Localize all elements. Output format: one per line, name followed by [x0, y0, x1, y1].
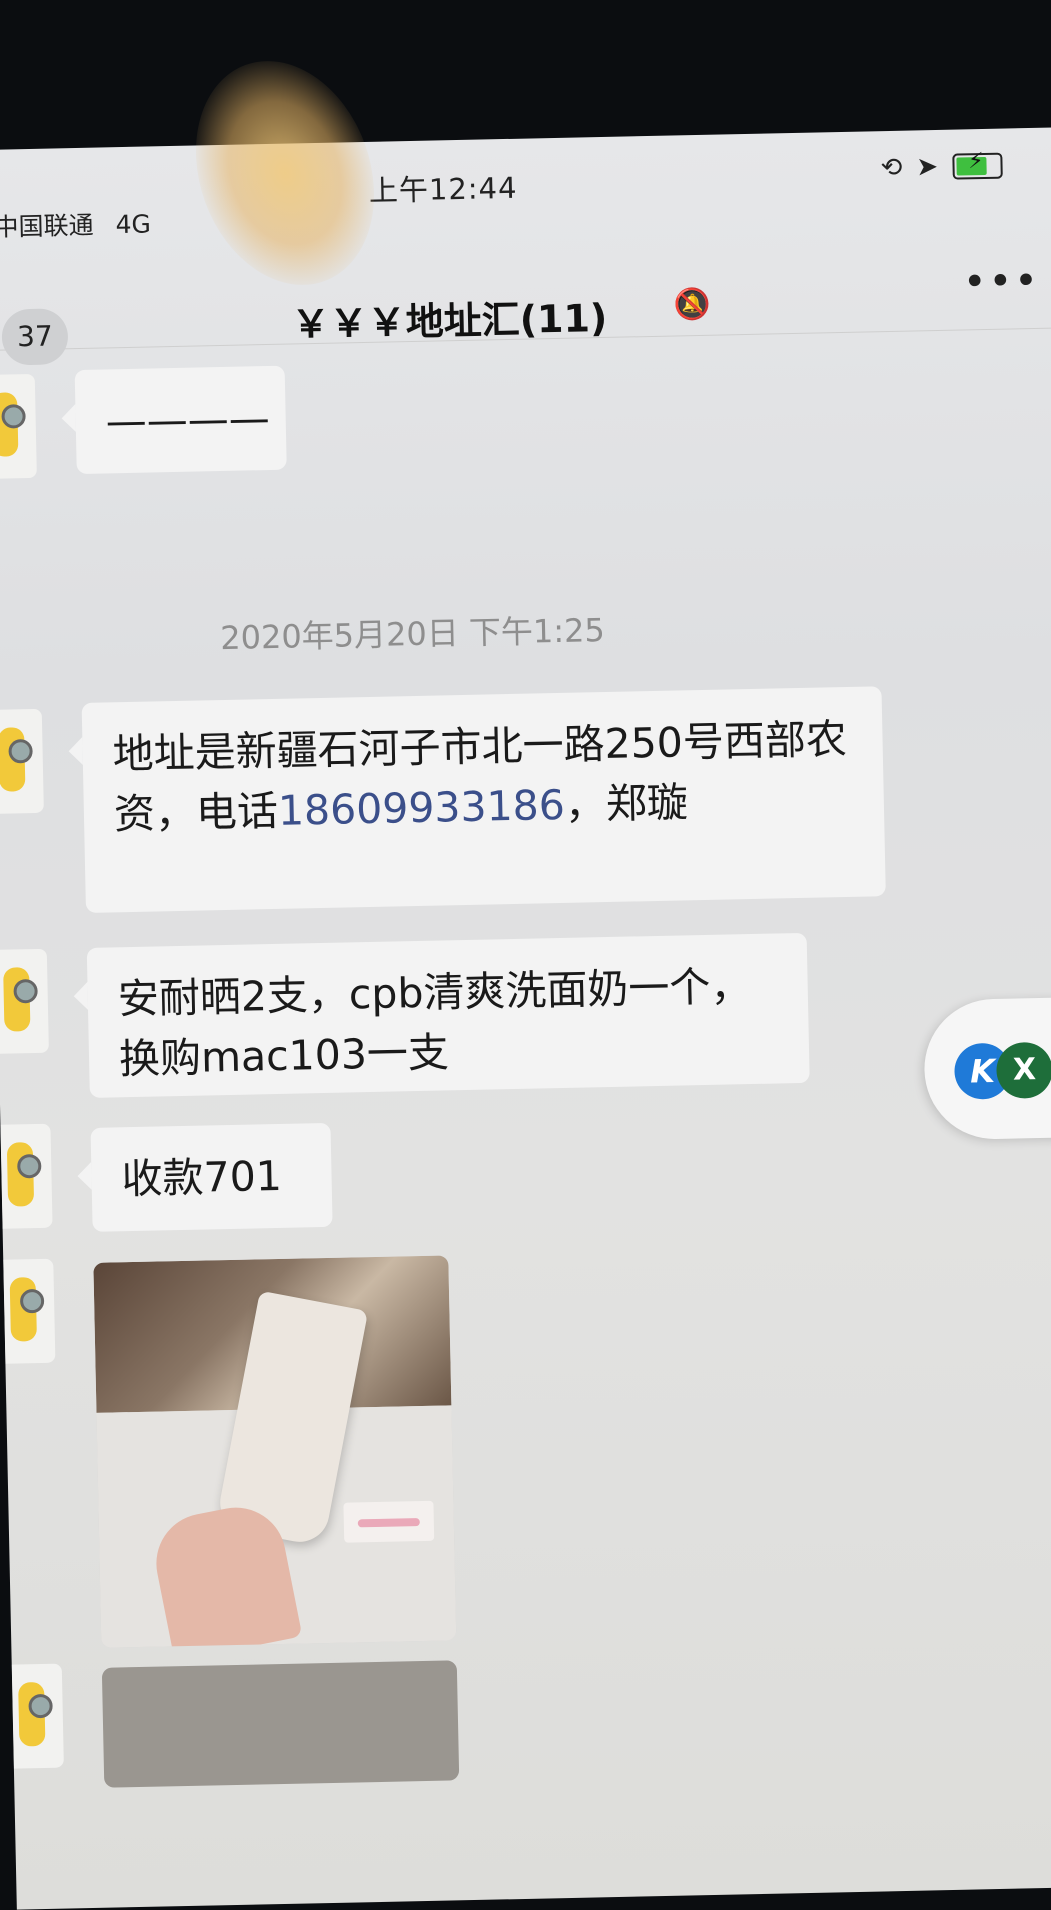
message-bubble[interactable]: 地址是新疆石河子市北一路250号西部农资，电话18609933186，郑璇: [81, 686, 886, 913]
orientation-lock-icon: ⟲: [880, 152, 903, 184]
image-message[interactable]: [101, 1660, 460, 1788]
status-clock: 上午12:44: [368, 170, 518, 208]
message-timestamp: 2020年5月20日 下午1:25: [219, 611, 606, 658]
product-tag-image: [343, 1500, 435, 1543]
avatar[interactable]: [11, 1663, 64, 1769]
green-app-icon[interactable]: X: [995, 1041, 1051, 1099]
message-bubble[interactable]: 安耐晒2支，cpb清爽洗面奶一个，换购mac103一支: [86, 932, 810, 1098]
avatar[interactable]: [0, 708, 44, 814]
charging-icon: ⚡: [967, 148, 984, 175]
avatar[interactable]: [0, 948, 49, 1054]
chat-screen: 中国联通 4G 上午12:44 ⟲ ➤ ⚡ 37 ￥￥￥地址汇(11) 🔕 ••…: [0, 126, 1051, 1910]
battery-icon: ⚡: [951, 149, 1003, 180]
phone-link[interactable]: 18609933186: [277, 781, 565, 835]
image-message[interactable]: [93, 1255, 457, 1648]
address-name-text: ，郑璇: [564, 778, 689, 829]
message-bubble[interactable]: ————: [74, 365, 287, 475]
status-icons: ⟲ ➤ ⚡: [880, 149, 1003, 184]
message-text: ————: [105, 393, 271, 446]
network-type: 4G: [115, 209, 152, 240]
floating-app-widget[interactable]: K X: [923, 996, 1051, 1141]
avatar[interactable]: [0, 373, 37, 479]
avatar[interactable]: [0, 1123, 53, 1229]
message-bubble[interactable]: 收款701: [90, 1122, 333, 1232]
avatar[interactable]: [3, 1258, 56, 1364]
muted-bell-icon: 🔕: [673, 286, 712, 323]
location-icon: ➤: [916, 151, 939, 183]
more-button[interactable]: •••: [963, 258, 1041, 306]
message-text: 收款701: [121, 1151, 283, 1204]
chat-nav-bar: 37 ￥￥￥地址汇(11) 🔕 •••: [0, 216, 1051, 366]
chat-title: ￥￥￥地址汇(11): [291, 295, 608, 347]
back-button[interactable]: 37: [1, 308, 69, 366]
message-text: 安耐晒2支，cpb清爽洗面奶一个，换购mac103一支: [117, 962, 752, 1084]
